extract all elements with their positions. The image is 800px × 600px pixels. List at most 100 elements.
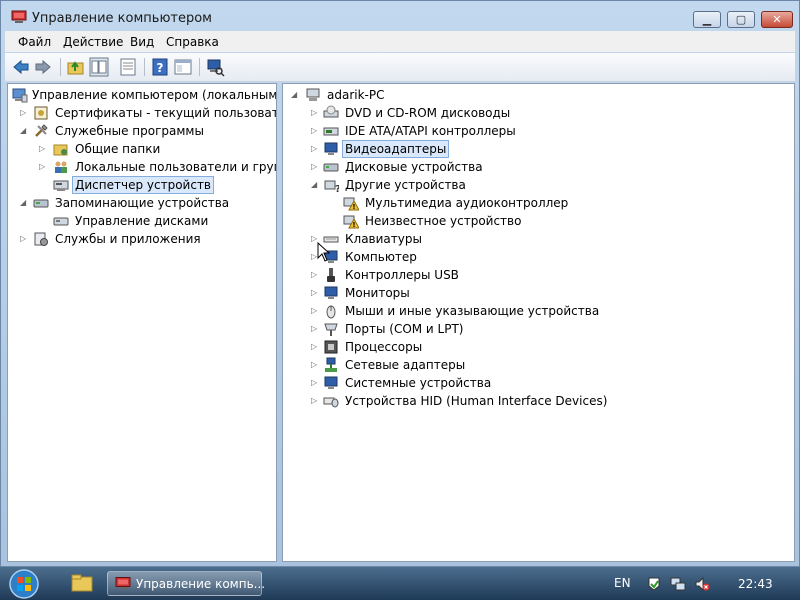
- forward-arrow-icon[interactable]: [33, 57, 53, 77]
- window-title: Управление компьютером: [32, 11, 212, 26]
- services-apps-icon: [34, 232, 48, 246]
- tree-item-label: Общие папки: [75, 142, 161, 156]
- volume-muted-icon[interactable]: [694, 576, 710, 592]
- network-icon[interactable]: [670, 576, 686, 592]
- taskbar: Управление компь... EN 22:43: [0, 567, 800, 600]
- expand-arrow-icon[interactable]: ▷: [311, 270, 320, 279]
- console-view-icon[interactable]: [173, 57, 193, 77]
- mouse-cursor-icon: [317, 242, 331, 262]
- toolbar-separator: [60, 58, 61, 76]
- close-icon: ✕: [772, 13, 782, 26]
- tree-item-label: Сертификаты - текущий пользователь: [55, 106, 277, 120]
- menu-view[interactable]: Вид: [130, 35, 154, 49]
- menu-action[interactable]: Действие: [63, 35, 123, 49]
- clock[interactable]: 22:43: [738, 577, 773, 591]
- device-tree-label: adarik-PC: [327, 88, 385, 102]
- device-tree-pane[interactable]: ◢ adarik-PC ▷ DVD и CD-ROM дисководы ▷ I…: [282, 83, 795, 562]
- expand-arrow-icon[interactable]: ▷: [20, 234, 29, 243]
- device-tree-label: DVD и CD-ROM дисководы: [345, 106, 511, 120]
- usb-icon: [327, 268, 335, 282]
- device-tree-label: Контроллеры USB: [345, 268, 459, 282]
- ports-icon: [324, 323, 338, 336]
- expand-arrow-icon[interactable]: ▷: [20, 108, 29, 117]
- device-tree-label: IDE ATA/ATAPI контроллеры: [345, 124, 516, 138]
- expand-arrow-icon[interactable]: ▷: [39, 162, 48, 171]
- minimize-button[interactable]: ▁: [693, 11, 721, 28]
- action-center-icon[interactable]: [646, 576, 662, 592]
- toolbar-separator: [199, 58, 200, 76]
- tree-item-label: Локальные пользователи и группы: [75, 160, 277, 174]
- properties-icon[interactable]: [118, 57, 138, 77]
- computer-management-icon: [12, 88, 28, 103]
- processor-icon: [324, 340, 338, 354]
- menu-file[interactable]: Файл: [18, 35, 51, 49]
- toolbar-separator: [144, 58, 145, 76]
- expand-arrow-icon[interactable]: ▷: [311, 108, 320, 117]
- console-tree-pane[interactable]: Управление компьютером (локальным) ▷ Сер…: [7, 83, 277, 562]
- device-scan-icon[interactable]: [205, 57, 225, 77]
- back-arrow-icon[interactable]: [11, 57, 31, 77]
- toolbar: ?: [5, 53, 795, 82]
- menu-help[interactable]: Справка: [166, 35, 219, 49]
- expand-arrow-icon[interactable]: ▷: [311, 324, 320, 333]
- start-button-icon[interactable]: [4, 568, 44, 599]
- storage-icon: [33, 199, 49, 208]
- expand-arrow-icon[interactable]: ▷: [39, 144, 48, 153]
- svg-text:!: !: [352, 221, 355, 229]
- expand-arrow-icon[interactable]: ▷: [311, 378, 320, 387]
- computer-management-app-icon: [115, 577, 131, 590]
- title-bar[interactable]: Управление компьютером ▁ ▢ ✕: [1, 1, 799, 31]
- device-tree-label: Порты (COM и LPT): [345, 322, 464, 336]
- shared-folders-icon: [53, 144, 68, 156]
- warning-device-icon: !: [343, 197, 359, 211]
- expand-arrow-icon[interactable]: ▷: [311, 306, 320, 315]
- device-tree-label: Дисковые устройства: [345, 160, 483, 174]
- computer-management-window: Управление компьютером ▁ ▢ ✕ Файл Действ…: [0, 0, 800, 567]
- svg-text:?: ?: [157, 61, 164, 75]
- network-adapter-icon: [325, 357, 337, 372]
- taskbar-task-computer-management[interactable]: Управление компь...: [107, 571, 265, 596]
- expand-arrow-icon[interactable]: ▷: [311, 396, 320, 405]
- tree-item-label: Управление дисками: [75, 214, 209, 228]
- disk-drive-icon: [323, 163, 339, 172]
- tree-item-label: Диспетчер устройств: [72, 175, 215, 194]
- language-indicator[interactable]: EN: [614, 576, 631, 590]
- minimize-icon: ▁: [702, 13, 712, 26]
- menu-bar: Файл Действие Вид Справка: [5, 31, 795, 52]
- tree-item-label: Управление компьютером (локальным): [32, 88, 277, 102]
- device-tree-label: Устройства HID (Human Interface Devices): [345, 394, 608, 408]
- device-tree-label: Мультимедиа аудиоконтроллер: [365, 196, 569, 210]
- collapse-arrow-icon[interactable]: ◢: [311, 180, 320, 189]
- expand-arrow-icon[interactable]: ▷: [311, 342, 320, 351]
- device-tree-label: Видеоадаптеры: [342, 139, 450, 158]
- computer-management-app-icon: [11, 10, 27, 23]
- expand-arrow-icon[interactable]: ▷: [311, 162, 320, 171]
- expand-arrow-icon[interactable]: ▷: [311, 144, 320, 153]
- device-tree-label: Процессоры: [345, 340, 423, 354]
- device-tree-label: Мониторы: [345, 286, 410, 300]
- device-tree-label: Сетевые адаптеры: [345, 358, 466, 372]
- warning-device-icon: !: [343, 215, 359, 229]
- expand-arrow-icon[interactable]: ▷: [311, 126, 320, 135]
- device-tree-label: Системные устройства: [345, 376, 492, 390]
- collapse-arrow-icon[interactable]: ◢: [20, 126, 29, 135]
- users-groups-icon: [55, 161, 67, 173]
- mouse-icon: [326, 305, 336, 319]
- explorer-pinned-icon[interactable]: [70, 572, 94, 594]
- svg-text:?: ?: [335, 184, 339, 193]
- close-button[interactable]: ✕: [761, 11, 793, 28]
- certificates-icon: [34, 106, 48, 120]
- device-tree-label: Мыши и иные указывающие устройства: [345, 304, 600, 318]
- up-folder-icon[interactable]: [66, 57, 86, 77]
- maximize-button[interactable]: ▢: [727, 11, 755, 28]
- help-icon[interactable]: ?: [150, 57, 170, 77]
- expand-arrow-icon[interactable]: ▷: [311, 288, 320, 297]
- svg-text:!: !: [352, 203, 355, 211]
- show-hide-tree-icon[interactable]: [89, 57, 109, 77]
- other-devices-icon: ?: [324, 180, 339, 193]
- collapse-arrow-icon[interactable]: ◢: [291, 90, 300, 99]
- collapse-arrow-icon[interactable]: ◢: [20, 198, 29, 207]
- device-manager-icon: [53, 180, 69, 191]
- expand-arrow-icon[interactable]: ▷: [311, 360, 320, 369]
- tree-item-label: Служебные программы: [55, 124, 204, 138]
